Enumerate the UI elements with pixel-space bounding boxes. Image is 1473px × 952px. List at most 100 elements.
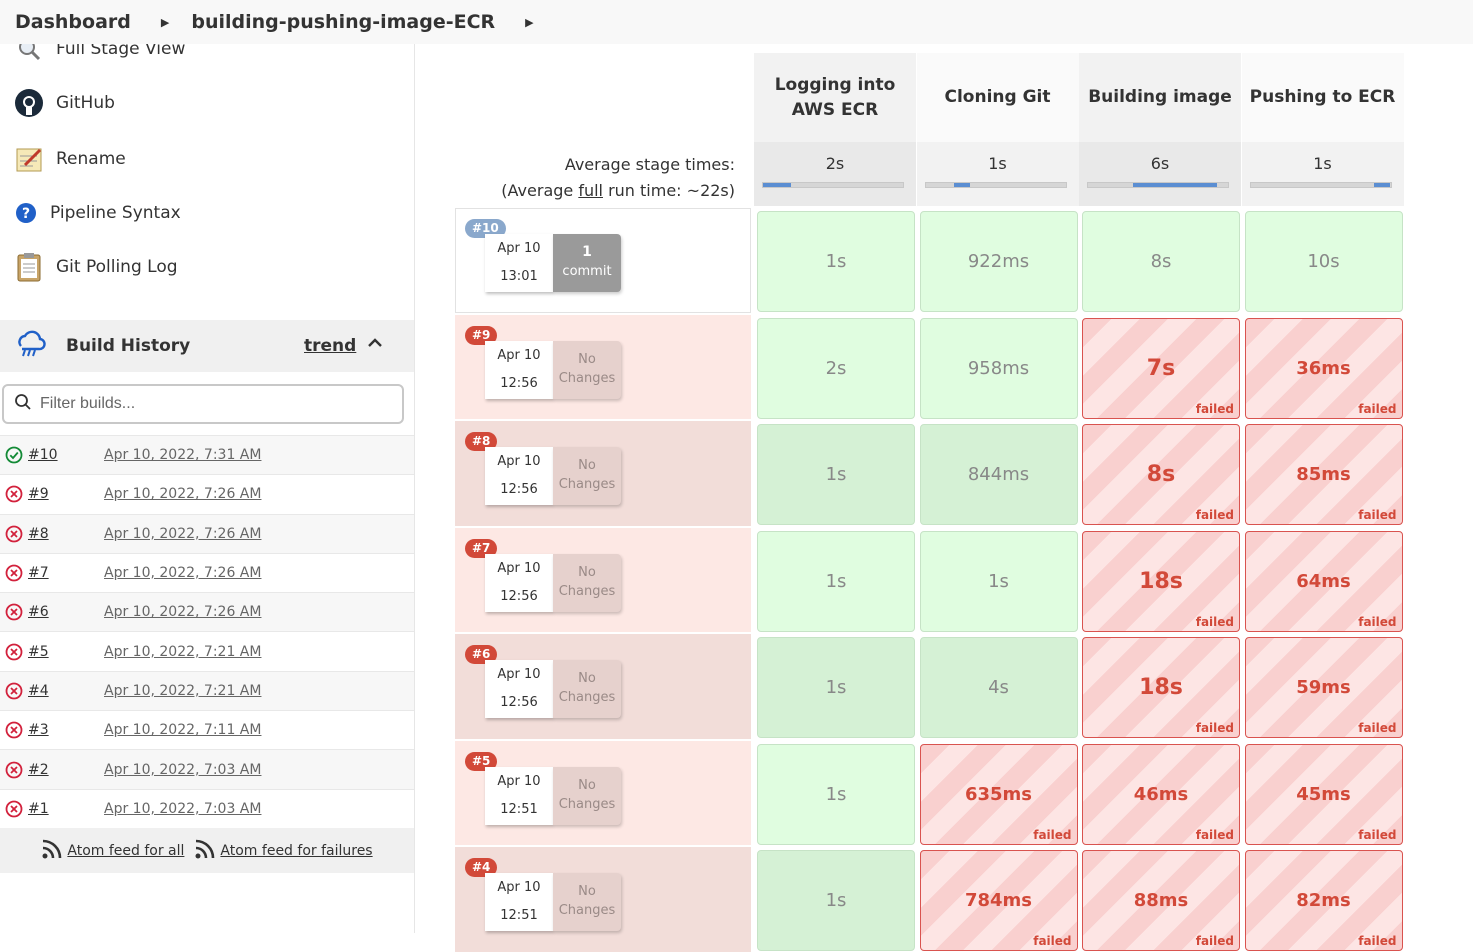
run-date-box: Apr 10 12:56 bbox=[485, 340, 553, 399]
changes-commit-button[interactable]: 1 commit bbox=[553, 234, 621, 292]
build-date-link[interactable]: Apr 10, 2022, 7:03 AM bbox=[104, 762, 261, 778]
breadcrumb-job[interactable]: building-pushing-image-ECR bbox=[191, 11, 495, 33]
stage-cell-success[interactable]: 1s bbox=[757, 211, 915, 312]
stage-cell-failed[interactable]: 36ms failed bbox=[1244, 317, 1403, 419]
stage-cell-failed[interactable]: 64ms failed bbox=[1244, 530, 1403, 632]
build-date-link[interactable]: Apr 10, 2022, 7:26 AM bbox=[104, 486, 261, 502]
build-number-link[interactable]: #8 bbox=[28, 526, 104, 542]
task-git-polling-log[interactable]: Git Polling Log bbox=[14, 252, 178, 282]
breadcrumb-dashboard[interactable]: Dashboard bbox=[15, 11, 131, 33]
task-pipeline-syntax[interactable]: ? Pipeline Syntax bbox=[14, 198, 181, 228]
stage-cell-failed[interactable]: 8s failed bbox=[1082, 424, 1240, 525]
stage-cell-failed[interactable]: 784ms failed bbox=[919, 850, 1078, 951]
run-date: Apr 10 bbox=[497, 241, 541, 256]
run-date-box: Apr 10 12:51 bbox=[485, 766, 553, 825]
stage-cell-failed[interactable]: 635ms failed bbox=[919, 743, 1078, 845]
build-number-link[interactable]: #4 bbox=[28, 683, 104, 699]
stage-cell-success[interactable]: 1s bbox=[757, 424, 915, 525]
stage-duration: 4s bbox=[988, 677, 1009, 698]
stage-cell-success[interactable]: 1s bbox=[757, 743, 915, 845]
build-date-link[interactable]: Apr 10, 2022, 7:26 AM bbox=[104, 526, 261, 542]
stage-cell-success[interactable]: 2s bbox=[757, 317, 915, 419]
build-number-link[interactable]: #1 bbox=[28, 801, 104, 817]
failed-label: failed bbox=[1033, 934, 1072, 948]
build-number-link[interactable]: #5 bbox=[28, 644, 104, 660]
avg-label-line1: Average stage times: bbox=[564, 155, 735, 174]
no-changes-box: No Changes bbox=[553, 340, 621, 399]
stage-average-bar bbox=[924, 182, 1067, 188]
breadcrumb-separator-icon[interactable]: ▶ bbox=[525, 16, 533, 29]
stage-cell-failed[interactable]: 7s failed bbox=[1082, 317, 1240, 419]
stage-cell-success[interactable]: 10s bbox=[1244, 211, 1403, 312]
failed-status-icon bbox=[4, 681, 24, 701]
stage-average-bar-fill bbox=[953, 183, 971, 187]
stage-cell-failed[interactable]: 88ms failed bbox=[1082, 850, 1240, 951]
stage-cell-failed[interactable]: 18s failed bbox=[1082, 530, 1240, 632]
no-changes-box: No Changes bbox=[553, 553, 621, 612]
build-number-link[interactable]: #6 bbox=[28, 604, 104, 620]
build-number-link[interactable]: #2 bbox=[28, 762, 104, 778]
failed-label: failed bbox=[1195, 827, 1234, 842]
build-history-row: #8 Apr 10, 2022, 7:26 AM bbox=[0, 513, 414, 553]
stage-duration: 88ms bbox=[1133, 890, 1189, 911]
stage-cell-success[interactable]: 1s bbox=[757, 850, 915, 951]
atom-feed-all-label: Atom feed for all bbox=[67, 842, 185, 859]
failed-label: failed bbox=[1358, 508, 1397, 522]
build-date-link[interactable]: Apr 10, 2022, 7:26 AM bbox=[104, 604, 261, 620]
atom-feed-failures-link[interactable]: Atom feed for failures bbox=[194, 838, 373, 864]
avg-label-pre: (Average bbox=[501, 181, 579, 200]
help-icon: ? bbox=[14, 198, 38, 228]
build-date-link[interactable]: Apr 10, 2022, 7:26 AM bbox=[104, 565, 261, 581]
stage-cell-failed[interactable]: 18s failed bbox=[1082, 637, 1240, 738]
full-run-time-link[interactable]: full bbox=[578, 181, 603, 200]
stage-average-value: 1s bbox=[988, 154, 1007, 173]
build-number-link[interactable]: #10 bbox=[28, 447, 104, 463]
stage-cell-failed[interactable]: 59ms failed bbox=[1244, 637, 1403, 738]
stage-average-bar-fill bbox=[763, 183, 791, 187]
task-label: GitHub bbox=[56, 93, 115, 113]
stage-duration: 1s bbox=[825, 783, 847, 805]
stage-cell-failed[interactable]: 46ms failed bbox=[1082, 743, 1240, 845]
stage-cell-failed[interactable]: 85ms failed bbox=[1244, 424, 1403, 525]
chevron-up-icon[interactable] bbox=[366, 334, 384, 356]
build-number-link[interactable]: #3 bbox=[28, 722, 104, 738]
stage-cell-success[interactable]: 4s bbox=[919, 637, 1078, 738]
changes-label: No Changes bbox=[558, 777, 616, 812]
run-date: Apr 10 bbox=[497, 667, 541, 682]
task-github[interactable]: GitHub bbox=[14, 88, 115, 118]
stage-cell-success[interactable]: 922ms bbox=[919, 211, 1078, 312]
stage-cell-failed[interactable]: 82ms failed bbox=[1244, 850, 1403, 951]
build-date-link[interactable]: Apr 10, 2022, 7:21 AM bbox=[104, 683, 261, 699]
build-history-row: #7 Apr 10, 2022, 7:26 AM bbox=[0, 552, 414, 592]
filter-builds-input[interactable] bbox=[40, 395, 380, 413]
failed-status-icon bbox=[4, 642, 24, 662]
build-history-list: #10 Apr 10, 2022, 7:31 AM #9 Apr 10, 2022, … bbox=[0, 435, 414, 828]
stage-cell-success[interactable]: 8s bbox=[1082, 211, 1240, 312]
build-history-row: #9 Apr 10, 2022, 7:26 AM bbox=[0, 474, 414, 513]
atom-feed-all-link[interactable]: Atom feed for all bbox=[41, 838, 184, 864]
stage-cell-success[interactable]: 844ms bbox=[919, 424, 1078, 525]
task-rename[interactable]: Rename bbox=[14, 144, 126, 174]
stage-cell-success[interactable]: 958ms bbox=[919, 317, 1078, 419]
no-changes-box: No Changes bbox=[553, 766, 621, 825]
build-number-link[interactable]: #7 bbox=[28, 565, 104, 581]
build-date-link[interactable]: Apr 10, 2022, 7:03 AM bbox=[104, 801, 261, 817]
stage-average-value: 2s bbox=[825, 154, 845, 173]
build-history-row: #1 Apr 10, 2022, 7:03 AM bbox=[0, 788, 414, 828]
breadcrumb-separator-icon[interactable]: ▶ bbox=[161, 16, 169, 29]
build-date-link[interactable]: Apr 10, 2022, 7:11 AM bbox=[104, 722, 261, 738]
trend-link[interactable]: trend bbox=[304, 336, 356, 356]
stage-cell-success[interactable]: 1s bbox=[757, 530, 915, 632]
stage-cell-success[interactable]: 1s bbox=[919, 530, 1078, 632]
stage-duration: 1s bbox=[825, 570, 847, 592]
average-stage-times-label: Average stage times: (Average full run t… bbox=[455, 152, 735, 204]
run-date-box: Apr 10 13:01 bbox=[485, 234, 553, 292]
build-number-link[interactable]: #9 bbox=[28, 486, 104, 502]
stage-duration: 18s bbox=[1139, 568, 1183, 594]
failed-label: failed bbox=[1033, 827, 1072, 842]
stage-cell-success[interactable]: 1s bbox=[757, 637, 915, 738]
build-date-link[interactable]: Apr 10, 2022, 7:31 AM bbox=[104, 447, 261, 463]
stage-cell-failed[interactable]: 45ms failed bbox=[1244, 743, 1403, 845]
rss-icon bbox=[41, 838, 63, 864]
build-date-link[interactable]: Apr 10, 2022, 7:21 AM bbox=[104, 644, 261, 660]
